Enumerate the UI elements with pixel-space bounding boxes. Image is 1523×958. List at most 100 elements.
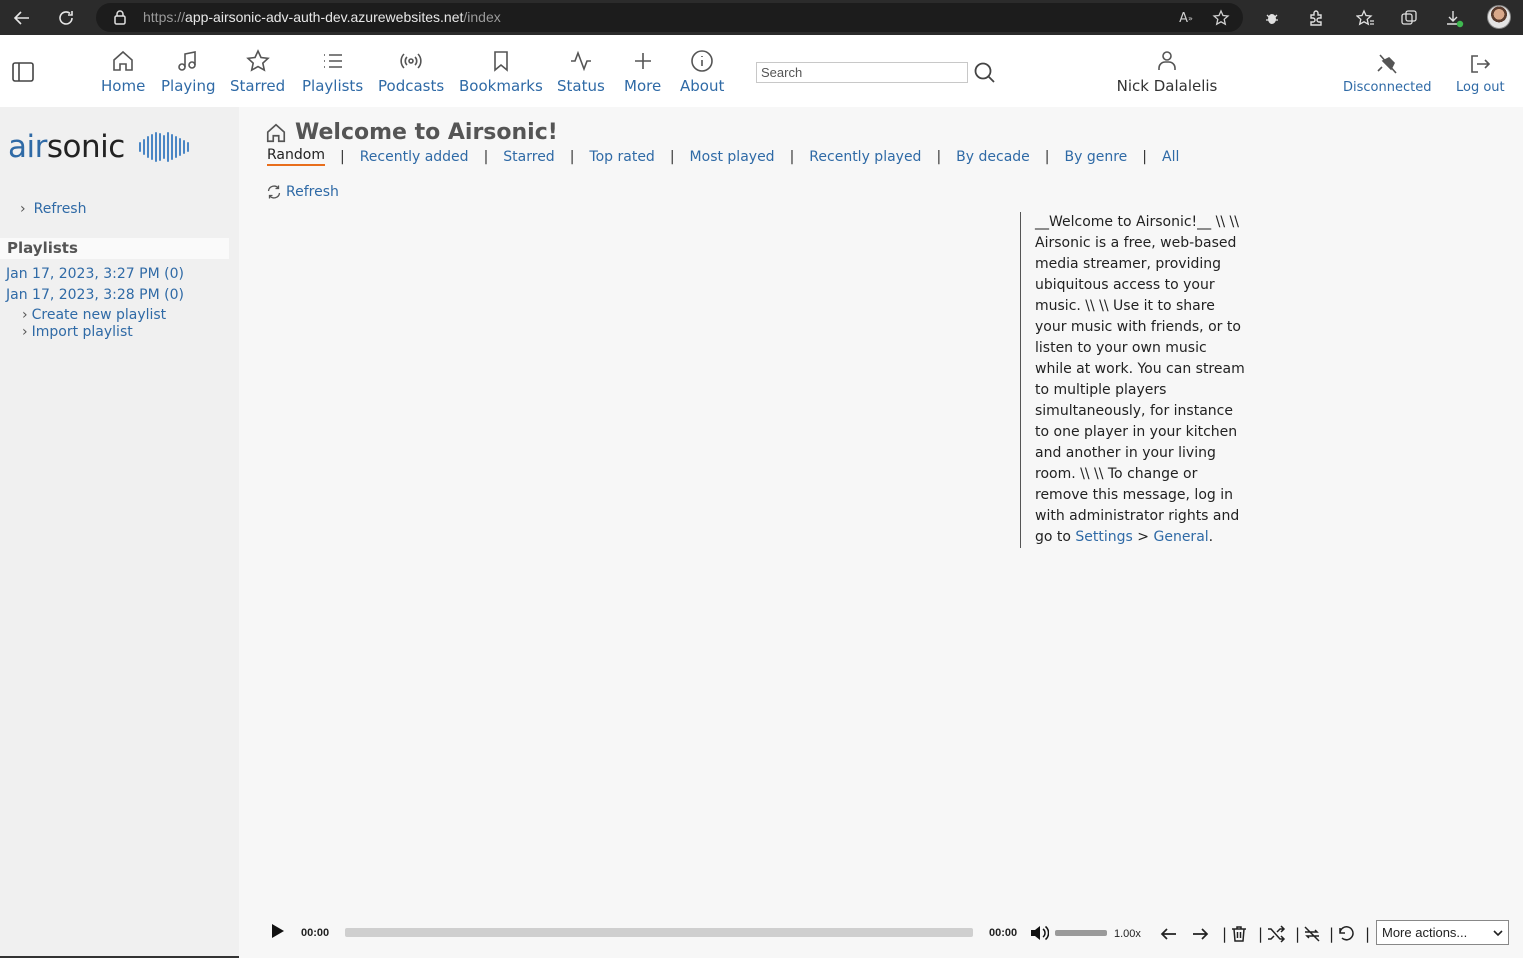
nav-playing[interactable]: Playing xyxy=(161,49,215,99)
add-favorite-icon[interactable] xyxy=(1209,6,1233,30)
tab-all[interactable]: All xyxy=(1162,149,1179,165)
create-playlist-link[interactable]: › Create new playlist xyxy=(22,307,166,324)
nav-playlists-label: Playlists xyxy=(302,77,364,95)
current-time: 00:00 xyxy=(301,927,330,939)
sidebar-refresh-label: Refresh xyxy=(33,201,87,217)
undo-icon[interactable] xyxy=(1336,924,1356,944)
chevron-right-icon: › xyxy=(22,307,28,323)
tab-separator: | xyxy=(789,148,795,165)
tab-starred[interactable]: Starred xyxy=(503,149,554,165)
nav-about[interactable]: About xyxy=(680,49,724,99)
extensions-icon[interactable] xyxy=(1303,5,1329,31)
favorites-icon[interactable] xyxy=(1352,5,1378,31)
tab-separator: | xyxy=(569,148,575,165)
collections-icon[interactable] xyxy=(1396,5,1422,31)
play-icon[interactable] xyxy=(271,923,285,943)
tab-most-played[interactable]: Most played xyxy=(690,149,775,165)
sidebar-refresh-link[interactable]: › Refresh xyxy=(20,201,86,217)
tab-separator: | xyxy=(1044,148,1050,165)
duration: 00:00 xyxy=(989,927,1018,939)
tab-top-rated[interactable]: Top rated xyxy=(589,149,654,165)
logout-button[interactable]: Log out xyxy=(1456,52,1505,95)
search-input[interactable] xyxy=(756,62,968,83)
more-actions-select[interactable]: More actions... xyxy=(1376,920,1509,945)
page-title-text: Welcome to Airsonic! xyxy=(295,120,558,145)
shuffle-icon[interactable] xyxy=(1266,924,1286,944)
progress-bar[interactable] xyxy=(345,928,973,937)
user-name: Nick Dalalelis xyxy=(1116,77,1218,95)
player-bar: 00:00 00:00 1.00x | | | | | More actions… xyxy=(239,903,1523,958)
trash-icon[interactable] xyxy=(1229,924,1249,944)
logout-label: Log out xyxy=(1456,80,1505,95)
welcome-gt: > xyxy=(1137,529,1150,545)
welcome-end: . xyxy=(1208,529,1214,545)
nav-bookmarks[interactable]: Bookmarks xyxy=(459,49,543,99)
profile-avatar[interactable] xyxy=(1487,5,1511,29)
tab-random[interactable]: Random xyxy=(267,147,325,166)
more-actions-label: More actions... xyxy=(1382,925,1468,940)
read-aloud-icon[interactable]: A» xyxy=(1174,6,1198,30)
chevron-right-icon: › xyxy=(22,324,28,340)
disconnected-label: Disconnected xyxy=(1343,80,1432,95)
tab-by-decade[interactable]: By decade xyxy=(956,149,1030,165)
playlists-heading: Playlists xyxy=(0,238,229,259)
nav-starred[interactable]: Starred xyxy=(230,49,285,99)
next-arrow-icon[interactable] xyxy=(1190,924,1210,944)
playback-speed[interactable]: 1.00x xyxy=(1114,928,1141,940)
main-refresh-link[interactable]: Refresh xyxy=(266,184,339,200)
toolbar-divider: | xyxy=(1365,925,1371,943)
welcome-text: __Welcome to Airsonic!__ \\ \\ Airsonic … xyxy=(1035,214,1245,545)
url-text: https://app-airsonic-adv-auth-dev.azurew… xyxy=(143,9,501,25)
import-playlist-link[interactable]: › Import playlist xyxy=(22,324,166,341)
plus-icon xyxy=(634,53,651,69)
chevron-down-icon xyxy=(1493,929,1503,936)
search-icon[interactable] xyxy=(973,61,997,85)
volume-icon[interactable] xyxy=(1029,923,1050,947)
downloads-icon[interactable] xyxy=(1441,5,1467,31)
address-bar[interactable]: https://app-airsonic-adv-auth-dev.azurew… xyxy=(96,3,1243,32)
tab-separator: | xyxy=(339,148,345,165)
general-link[interactable]: General xyxy=(1153,529,1208,545)
nav-starred-label: Starred xyxy=(230,77,286,95)
tab-separator: | xyxy=(936,148,942,165)
tab-recently-added[interactable]: Recently added xyxy=(360,149,469,165)
main-refresh-label: Refresh xyxy=(286,184,339,200)
toolbar-divider: | xyxy=(1258,925,1264,943)
activity-icon xyxy=(570,50,591,72)
repeat-off-icon[interactable] xyxy=(1302,924,1322,944)
nav-podcasts[interactable]: Podcasts xyxy=(378,49,444,99)
settings-link[interactable]: Settings xyxy=(1075,529,1132,545)
back-icon[interactable] xyxy=(0,0,44,35)
logo-waveform-icon xyxy=(138,132,189,162)
nav-podcasts-label: Podcasts xyxy=(378,77,445,95)
volume-slider[interactable] xyxy=(1055,930,1107,936)
import-playlist-label: Import playlist xyxy=(31,324,133,340)
bookmark-icon xyxy=(494,51,508,72)
previous-arrow-icon[interactable] xyxy=(1159,924,1179,944)
sidebar-toggle-icon[interactable] xyxy=(11,61,35,83)
home-icon xyxy=(266,123,286,142)
nav-home[interactable]: Home xyxy=(101,49,145,99)
nav-playlists[interactable]: Playlists xyxy=(302,49,363,99)
home-icon xyxy=(113,50,133,71)
playlist-item[interactable]: Jan 17, 2023, 3:28 PM (0) xyxy=(6,285,184,306)
user-menu[interactable]: Nick Dalalelis xyxy=(1112,49,1222,95)
nav-status-label: Status xyxy=(557,77,605,95)
page-title: Welcome to Airsonic! xyxy=(265,120,558,145)
tab-recently-played[interactable]: Recently played xyxy=(809,149,921,165)
browser-toolbar: https://app-airsonic-adv-auth-dev.azurew… xyxy=(0,0,1523,35)
nav-about-label: About xyxy=(680,77,725,95)
disconnected-button[interactable]: Disconnected xyxy=(1343,52,1431,95)
info-icon xyxy=(691,50,713,72)
playlist-actions: › Create new playlist › Import playlist xyxy=(22,307,166,341)
nav-bookmarks-label: Bookmarks xyxy=(459,77,543,95)
tab-by-genre[interactable]: By genre xyxy=(1065,149,1128,165)
extension-bug-icon[interactable] xyxy=(1259,5,1285,31)
playlist-item[interactable]: Jan 17, 2023, 3:27 PM (0) xyxy=(6,264,184,285)
logout-icon xyxy=(1471,55,1491,73)
airsonic-logo[interactable]: airsonic xyxy=(8,129,189,165)
nav-status[interactable]: Status xyxy=(557,49,605,99)
tab-separator: | xyxy=(483,148,489,165)
nav-more[interactable]: More xyxy=(624,49,661,99)
reload-icon[interactable] xyxy=(44,0,88,35)
